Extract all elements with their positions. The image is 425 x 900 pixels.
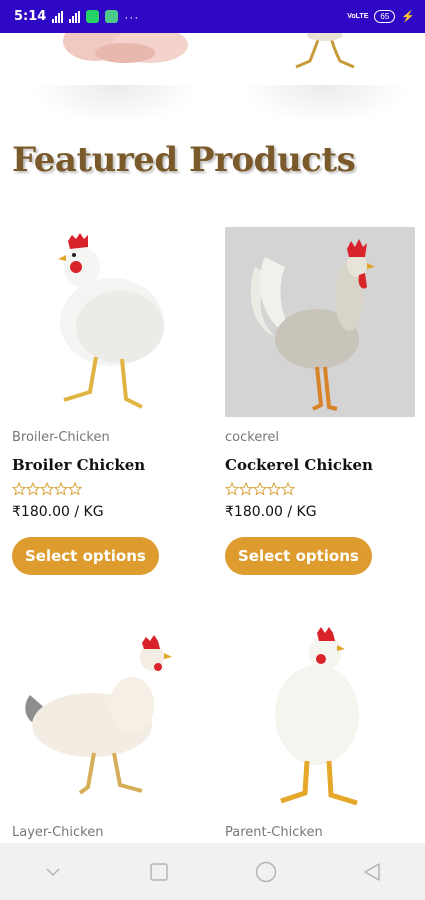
cockerel-chicken-image[interactable] <box>225 227 415 417</box>
status-time: 5:14 <box>14 9 47 24</box>
raw-chicken-image <box>20 33 210 88</box>
chat-app-icon <box>105 10 119 23</box>
previous-section-images <box>0 33 425 93</box>
home-icon[interactable] <box>246 852 286 892</box>
chevron-down-icon[interactable] <box>33 852 73 892</box>
product-category[interactable]: Layer-Chicken <box>12 825 103 840</box>
select-options-button[interactable]: Select options <box>12 537 159 575</box>
product-category[interactable]: cockerel <box>225 430 279 445</box>
product-name[interactable]: Broiler Chicken <box>12 456 145 474</box>
rating-stars <box>225 482 297 496</box>
system-navigation-bar <box>0 843 425 900</box>
broiler-chicken-image[interactable] <box>12 227 202 417</box>
star-outline-icon <box>225 482 296 496</box>
layer-chicken-image[interactable] <box>12 625 202 815</box>
chick-image <box>230 33 420 88</box>
select-options-button[interactable]: Select options <box>225 537 372 575</box>
product-name[interactable]: Cockerel Chicken <box>225 456 373 474</box>
product-category[interactable]: Parent-Chicken <box>225 825 323 840</box>
card-shadow <box>30 85 200 125</box>
product-category[interactable]: Broiler-Chicken <box>12 430 110 445</box>
star-outline-icon <box>12 482 83 496</box>
whatsapp-icon <box>86 10 100 23</box>
parent-chicken-image[interactable] <box>225 625 415 815</box>
more-notifications-icon: ··· <box>124 9 140 24</box>
product-price: ₹180.00 / KG <box>12 504 104 520</box>
volte-indicator: VoLTE <box>347 13 369 20</box>
section-title: Featured Products <box>12 140 356 180</box>
card-shadow <box>240 85 410 125</box>
back-icon[interactable] <box>352 852 392 892</box>
recent-apps-icon[interactable] <box>139 852 179 892</box>
charging-icon: ⚡ <box>401 11 415 23</box>
product-price: ₹180.00 / KG <box>225 504 317 520</box>
rating-stars <box>12 482 84 496</box>
signal-icon <box>52 10 64 23</box>
status-bar: 5:14 ··· VoLTE 65 ⚡ <box>0 0 425 33</box>
battery-icon: 65 <box>374 10 396 23</box>
signal-icon <box>69 10 81 23</box>
